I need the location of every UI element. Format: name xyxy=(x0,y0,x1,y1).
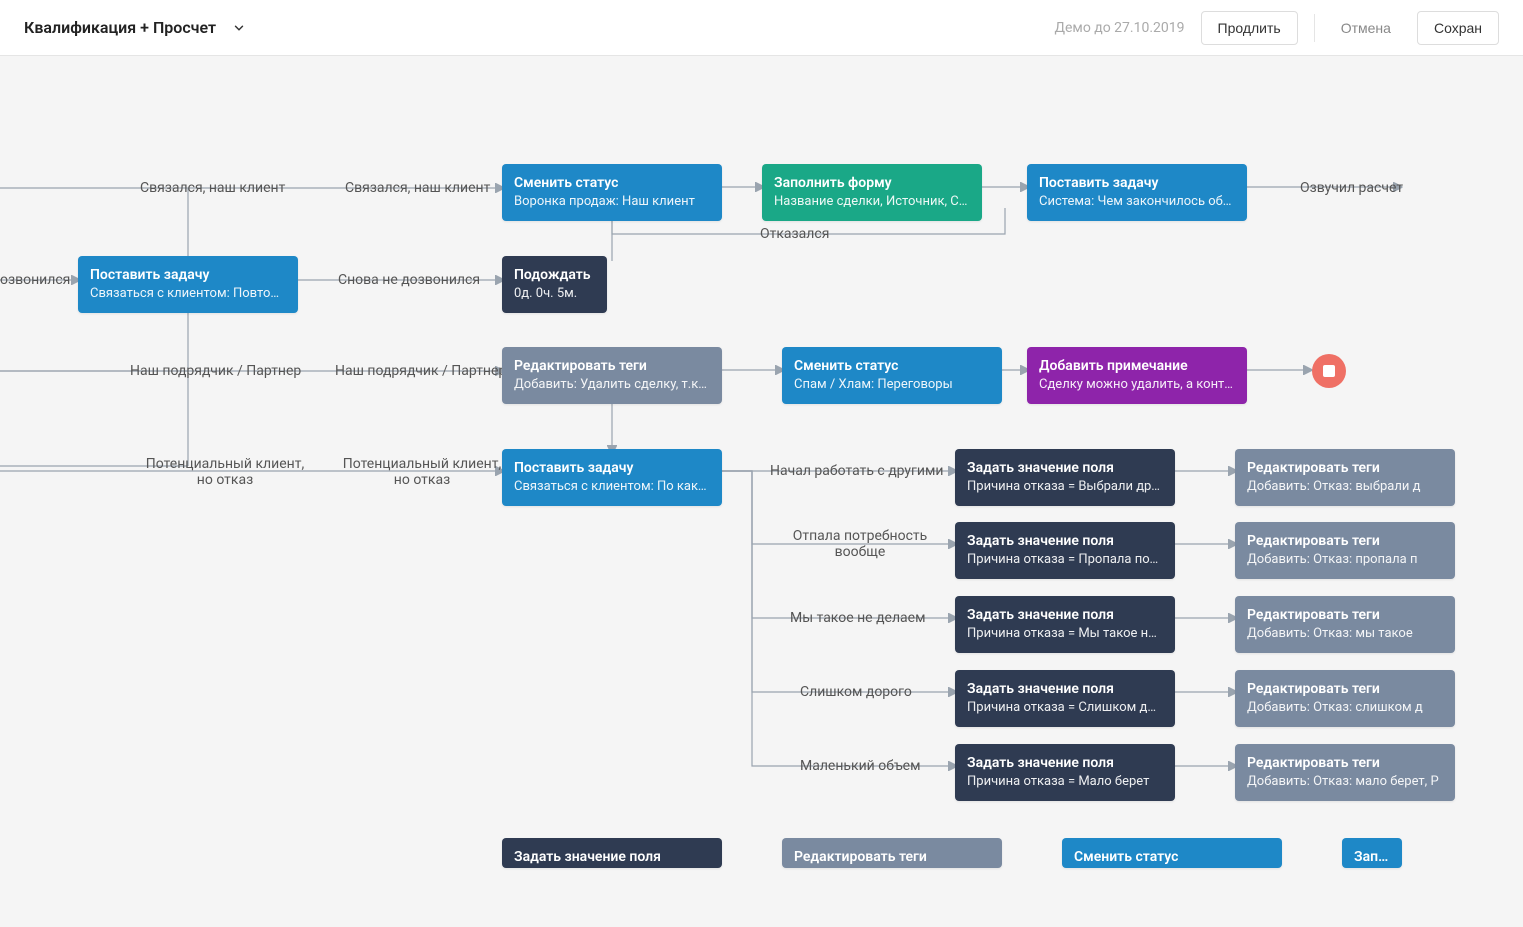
node-change-status-our-client[interactable]: Сменить статус Воронка продаж: Наш клиен… xyxy=(502,164,722,221)
node-field-reason-we-dont[interactable]: Задать значение поля Причина отказа = Мы… xyxy=(955,596,1175,653)
edge-label: Наш подрядчик / Партнер xyxy=(130,363,301,379)
node-title: Заполнить форму xyxy=(774,174,970,192)
node-title: Запус xyxy=(1354,848,1390,866)
header-divider xyxy=(1314,14,1315,42)
edge-label: Маленький объем xyxy=(800,758,920,774)
node-title: Задать значение поля xyxy=(967,459,1163,477)
node-subtitle: Причина отказа = Мы такое не д... xyxy=(967,626,1163,643)
node-change-status-spam[interactable]: Сменить статус Спам / Хлам: Переговоры xyxy=(782,347,1002,404)
node-change-status-bottom[interactable]: Сменить статус xyxy=(1062,838,1282,868)
node-title: Задать значение поля xyxy=(967,680,1163,698)
node-subtitle: Добавить: Отказ: пропала п xyxy=(1247,552,1443,569)
node-title: Сменить статус xyxy=(794,357,990,375)
node-edit-tags-others[interactable]: Редактировать теги Добавить: Отказ: выбр… xyxy=(1235,449,1455,506)
edge-label: Мы такое не делаем xyxy=(790,610,925,626)
edge-label: Наш подрядчик / Партнер xyxy=(335,363,506,379)
node-wait[interactable]: Подождать 0д. 0ч. 5м. xyxy=(502,256,607,313)
node-field-reason-others[interactable]: Задать значение поля Причина отказа = Вы… xyxy=(955,449,1175,506)
node-subtitle: Добавить: Отказ: мы такое xyxy=(1247,626,1443,643)
node-title: Редактировать теги xyxy=(1247,459,1443,477)
node-field-bottom[interactable]: Задать значение поля xyxy=(502,838,722,868)
edge-label: озвонился xyxy=(0,272,70,288)
node-subtitle: Причина отказа = Пропала потр... xyxy=(967,552,1163,569)
node-title: Поставить задачу xyxy=(1039,174,1235,192)
node-edit-tags-bottom[interactable]: Редактировать теги xyxy=(782,838,1002,868)
edge-label: Отказался xyxy=(760,226,829,242)
node-title: Редактировать теги xyxy=(1247,680,1443,698)
node-subtitle: Воронка продаж: Наш клиент xyxy=(514,194,710,211)
header-left: Квалификация + Просчет xyxy=(24,18,246,37)
node-title: Редактировать теги xyxy=(514,357,710,375)
node-set-task-recall[interactable]: Поставить задачу Связаться с клиентом: П… xyxy=(78,256,298,313)
edge-label: Связался, наш клиент xyxy=(345,180,490,196)
node-title: Добавить примечание xyxy=(1039,357,1235,375)
node-edit-tags-delete-deal[interactable]: Редактировать теги Добавить: Удалить сде… xyxy=(502,347,722,404)
node-title: Подождать xyxy=(514,266,595,284)
node-subtitle: Система: Чем закончилось обще... xyxy=(1039,194,1235,211)
node-field-reason-small-volume[interactable]: Задать значение поля Причина отказа = Ма… xyxy=(955,744,1175,801)
edge-label: Озвучил расчет xyxy=(1300,180,1403,196)
node-title: Сменить статус xyxy=(514,174,710,192)
node-subtitle: Причина отказа = Мало берет xyxy=(967,774,1163,791)
node-subtitle: Название сделки, Источник, СЕГ... xyxy=(774,194,970,211)
header-right: Демо до 27.10.2019 Продлить Отмена Сохра… xyxy=(1054,11,1499,45)
demo-expiry-text: Демо до 27.10.2019 xyxy=(1054,20,1184,36)
node-edit-tags-small-volume[interactable]: Редактировать теги Добавить: Отказ: мало… xyxy=(1235,744,1455,801)
node-title: Задать значение поля xyxy=(967,606,1163,624)
node-subtitle: Причина отказа = Слишком доро... xyxy=(967,700,1163,717)
edge-label: Отпала потребностьвообще xyxy=(780,528,940,560)
edge-label: Связался, наш клиент xyxy=(140,180,285,196)
workflow-title-group[interactable]: Квалификация + Просчет xyxy=(24,18,246,37)
node-subtitle: Сделку можно удалить, а контакт... xyxy=(1039,377,1235,394)
edge-label: Слишком дорого xyxy=(800,684,912,700)
node-title: Задать значение поля xyxy=(514,848,710,866)
node-subtitle: Добавить: Отказ: слишком д xyxy=(1247,700,1443,717)
node-title: Редактировать теги xyxy=(794,848,990,866)
node-subtitle: Причина отказа = Выбрали других xyxy=(967,479,1163,496)
edge-label: Начал работать с другими xyxy=(770,463,943,479)
node-start-bottom[interactable]: Запус xyxy=(1342,838,1402,868)
app-root: Квалификация + Просчет Демо до 27.10.201… xyxy=(0,0,1523,927)
node-title: Поставить задачу xyxy=(514,459,710,477)
node-edit-tags-we-dont[interactable]: Редактировать теги Добавить: Отказ: мы т… xyxy=(1235,596,1455,653)
workflow-title: Квалификация + Просчет xyxy=(24,18,216,37)
node-title: Поставить задачу xyxy=(90,266,286,284)
node-subtitle: Добавить: Удалить сделку, т.к. па... xyxy=(514,377,710,394)
node-title: Задать значение поля xyxy=(967,754,1163,772)
node-set-task-why-reject[interactable]: Поставить задачу Связаться с клиентом: П… xyxy=(502,449,722,506)
node-subtitle: Добавить: Отказ: мало берет, Р xyxy=(1247,774,1443,791)
workflow-canvas[interactable]: Связался, наш клиент Связался, наш клиен… xyxy=(0,56,1523,927)
node-title: Редактировать теги xyxy=(1247,532,1443,550)
node-add-note[interactable]: Добавить примечание Сделку можно удалить… xyxy=(1027,347,1247,404)
node-subtitle: Добавить: Отказ: выбрали д xyxy=(1247,479,1443,496)
node-title: Редактировать теги xyxy=(1247,754,1443,772)
node-title: Редактировать теги xyxy=(1247,606,1443,624)
save-button[interactable]: Сохран xyxy=(1417,11,1499,45)
cancel-button[interactable]: Отмена xyxy=(1331,12,1401,44)
edge-label: Потенциальный клиент,но отказ xyxy=(145,456,305,488)
node-subtitle: Связаться с клиентом: Повторна... xyxy=(90,286,286,303)
header-bar: Квалификация + Просчет Демо до 27.10.201… xyxy=(0,0,1523,56)
node-title: Сменить статус xyxy=(1074,848,1270,866)
extend-button[interactable]: Продлить xyxy=(1201,11,1298,45)
node-edit-tags-expensive[interactable]: Редактировать теги Добавить: Отказ: слиш… xyxy=(1235,670,1455,727)
node-subtitle: 0д. 0ч. 5м. xyxy=(514,286,595,303)
node-title: Задать значение поля xyxy=(967,532,1163,550)
node-subtitle: Связаться с клиентом: По какой ... xyxy=(514,479,710,496)
edge-label: Снова не дозвонился xyxy=(338,272,480,288)
node-edit-tags-need-gone[interactable]: Редактировать теги Добавить: Отказ: проп… xyxy=(1235,522,1455,579)
node-fill-form[interactable]: Заполнить форму Название сделки, Источни… xyxy=(762,164,982,221)
node-field-reason-need-gone[interactable]: Задать значение поля Причина отказа = Пр… xyxy=(955,522,1175,579)
node-set-task-result[interactable]: Поставить задачу Система: Чем закончилос… xyxy=(1027,164,1247,221)
node-subtitle: Спам / Хлам: Переговоры xyxy=(794,377,990,394)
chevron-down-icon xyxy=(232,21,246,35)
stop-node-icon[interactable] xyxy=(1312,354,1346,388)
edge-label: Потенциальный клиент,но отказ xyxy=(342,456,502,488)
node-field-reason-expensive[interactable]: Задать значение поля Причина отказа = Сл… xyxy=(955,670,1175,727)
